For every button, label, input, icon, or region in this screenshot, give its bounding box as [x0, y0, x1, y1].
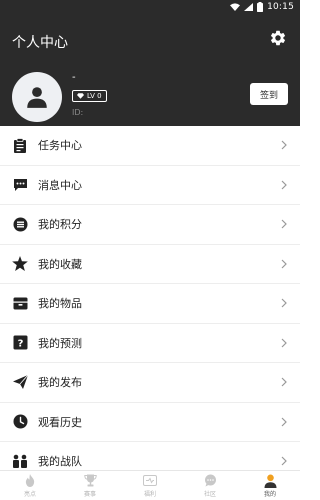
menu-item-points[interactable]: 我的积分 — [0, 205, 300, 245]
chat-icon — [203, 474, 217, 488]
status-time: 10:15 — [267, 2, 294, 12]
user-icon — [27, 87, 47, 108]
chevron-right-icon — [281, 219, 287, 229]
status-bar: 10:15 — [0, 0, 300, 14]
tab-matches[interactable]: 赛事 — [60, 471, 120, 500]
menu-item-label: 我的战队 — [38, 455, 82, 469]
chevron-right-icon — [281, 259, 287, 269]
settings-button[interactable] — [268, 28, 288, 48]
chevron-right-icon — [281, 338, 287, 348]
paper-plane-icon — [12, 374, 28, 390]
ticket-icon — [143, 474, 157, 488]
menu-item-history[interactable]: 观看历史 — [0, 403, 300, 442]
menu-list: 任务中心 消息中心 我的积分 我的收藏 我的物品 ? 我的预测 我的发布 观看历… — [0, 126, 300, 482]
page-title: 个人中心 — [12, 35, 68, 51]
flame-icon — [23, 474, 37, 488]
question-box-icon: ? — [12, 335, 28, 351]
menu-item-label: 我的积分 — [38, 218, 82, 232]
tab-highlights[interactable]: 亮点 — [0, 471, 60, 500]
star-icon — [12, 256, 28, 272]
chevron-right-icon — [281, 298, 287, 308]
menu-item-items[interactable]: 我的物品 — [0, 284, 300, 324]
menu-item-label: 我的发布 — [38, 376, 82, 390]
user-id: ID: — [72, 108, 84, 117]
tab-mine[interactable]: 我的 — [240, 471, 300, 500]
team-icon — [12, 453, 28, 469]
level-badge: LV 0 — [72, 90, 107, 102]
tab-label: 我的 — [263, 490, 276, 498]
tab-label: 社区 — [203, 490, 216, 498]
chat-bubble-icon — [12, 177, 28, 193]
profile-header: 个人中心 - LV 0 ID: 签到 — [0, 14, 300, 126]
bottom-tab-bar: 亮点 赛事 福利 社区 我的 — [0, 470, 300, 500]
menu-item-label: 任务中心 — [38, 139, 82, 153]
tab-label: 赛事 — [83, 490, 96, 498]
menu-item-posts[interactable]: 我的发布 — [0, 363, 300, 403]
menu-item-label: 观看历史 — [38, 415, 82, 429]
tab-label: 亮点 — [23, 490, 36, 498]
menu-item-label: 我的物品 — [38, 297, 82, 311]
svg-text:?: ? — [17, 339, 23, 350]
wifi-icon — [230, 3, 241, 11]
battery-icon — [257, 2, 264, 12]
diamond-icon — [77, 93, 84, 99]
nickname: - — [72, 72, 76, 83]
clipboard-icon — [12, 137, 28, 153]
tab-label: 福利 — [143, 490, 156, 498]
chevron-right-icon — [281, 140, 287, 150]
chevron-right-icon — [281, 456, 287, 466]
chevron-right-icon — [281, 377, 287, 387]
chevron-right-icon — [281, 180, 287, 190]
menu-item-predictions[interactable]: ? 我的预测 — [0, 324, 300, 363]
avatar[interactable] — [12, 72, 62, 122]
menu-item-label: 我的预测 — [38, 336, 82, 350]
clock-icon — [12, 414, 28, 430]
tab-welfare[interactable]: 福利 — [120, 471, 180, 500]
signal-icon — [244, 3, 254, 11]
menu-item-messages[interactable]: 消息中心 — [0, 166, 300, 205]
menu-item-label: 消息中心 — [38, 178, 82, 192]
trophy-icon — [83, 474, 97, 488]
level-text: LV 0 — [87, 92, 102, 100]
gear-icon — [270, 30, 286, 46]
tab-community[interactable]: 社区 — [180, 471, 240, 500]
status-icons: 10:15 — [230, 1, 294, 13]
box-icon — [12, 295, 28, 311]
menu-item-favorites[interactable]: 我的收藏 — [0, 245, 300, 284]
menu-item-label: 我的收藏 — [38, 257, 82, 271]
chevron-right-icon — [281, 417, 287, 427]
person-icon — [263, 474, 277, 488]
menu-item-tasks[interactable]: 任务中心 — [0, 126, 300, 166]
checkin-button[interactable]: 签到 — [250, 83, 288, 105]
coin-icon — [12, 216, 28, 232]
